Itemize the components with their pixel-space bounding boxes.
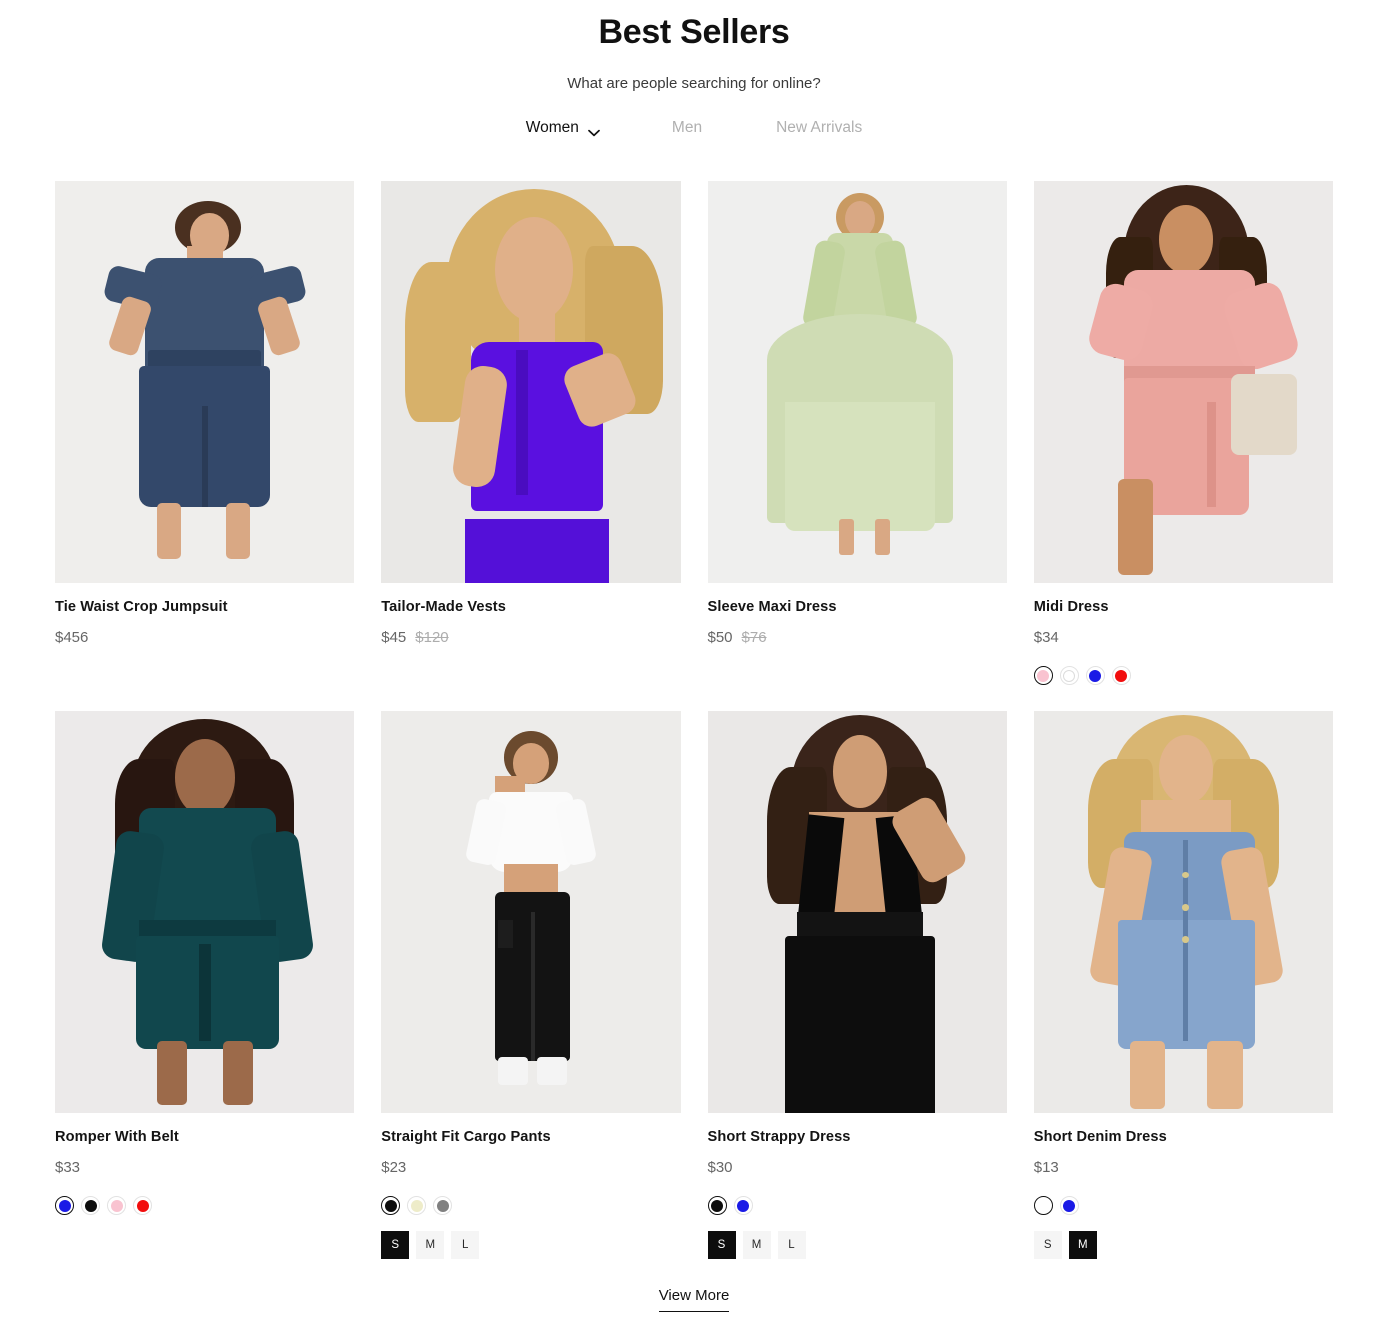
view-more-button[interactable]: View More <box>658 1287 730 1313</box>
product-title[interactable]: Tailor-Made Vests <box>381 599 680 615</box>
product-card: Romper With Belt $33 <box>55 711 355 1259</box>
product-title[interactable]: Tie Waist Crop Jumpsuit <box>55 599 354 615</box>
color-swatch-red[interactable] <box>1111 666 1131 686</box>
product-price-original: $76 <box>741 629 767 647</box>
product-image-short-denim-dress[interactable] <box>1033 711 1333 1114</box>
product-title[interactable]: Romper With Belt <box>55 1129 354 1145</box>
tab-men-label: Men <box>671 119 703 137</box>
product-title[interactable]: Sleeve Maxi Dress <box>708 599 1007 615</box>
product-card: Tailor-Made Vests $45 $120 <box>381 181 681 685</box>
section-header: Best Sellers What are people searching f… <box>55 0 1333 141</box>
color-swatches <box>1033 666 1333 686</box>
product-image-straight-fit-cargo-pants[interactable] <box>381 711 681 1114</box>
product-price: $13 <box>1033 1159 1059 1177</box>
price-row: $30 <box>708 1159 1007 1176</box>
size-options: S M <box>1033 1231 1333 1260</box>
tab-new-arrivals[interactable]: New Arrivals <box>776 115 862 141</box>
size-options: S M L <box>707 1231 1007 1260</box>
price-row: $456 <box>55 629 354 646</box>
product-price: $50 <box>707 629 733 647</box>
tab-women[interactable]: Women <box>526 115 600 141</box>
color-swatches <box>55 1196 354 1216</box>
product-card: Sleeve Maxi Dress $50 $76 <box>707 181 1007 685</box>
color-swatch-blue[interactable] <box>1085 666 1105 686</box>
product-image-romper-with-belt[interactable] <box>55 711 355 1114</box>
size-option-s[interactable]: S <box>707 1231 736 1260</box>
color-swatch-white[interactable] <box>1059 666 1079 686</box>
color-swatch-black[interactable] <box>381 1196 401 1216</box>
product-card: Short Denim Dress $13 S M <box>1033 711 1333 1260</box>
product-title[interactable]: Short Denim Dress <box>1034 1129 1333 1145</box>
product-image-tie-waist-crop-jumpsuit[interactable] <box>55 181 355 584</box>
color-swatch-black[interactable] <box>707 1196 727 1216</box>
category-tabs: Women Men New Arrivals <box>55 115 1333 141</box>
tab-women-label: Women <box>525 119 579 137</box>
size-option-l[interactable]: L <box>777 1231 806 1260</box>
price-row: $33 <box>55 1159 354 1176</box>
page-subtitle: What are people searching for online? <box>567 75 821 93</box>
price-row: $23 <box>381 1159 680 1176</box>
product-price: $45 <box>381 629 407 647</box>
product-image-tailor-made-vests[interactable] <box>381 181 681 584</box>
price-row: $34 <box>1034 629 1333 646</box>
page-title: Best Sellers <box>598 13 790 51</box>
color-swatch-pink[interactable] <box>107 1196 126 1216</box>
tab-men[interactable]: Men <box>672 115 702 141</box>
best-sellers-page: Best Sellers What are people searching f… <box>0 0 1388 1313</box>
color-swatch-white[interactable] <box>1033 1196 1053 1216</box>
product-title[interactable]: Straight Fit Cargo Pants <box>381 1129 680 1145</box>
product-price: $23 <box>381 1159 407 1177</box>
color-swatch-red[interactable] <box>133 1196 152 1216</box>
color-swatch-blue[interactable] <box>733 1196 753 1216</box>
color-swatch-cream[interactable] <box>407 1196 427 1216</box>
product-image-sleeve-maxi-dress[interactable] <box>707 181 1007 584</box>
product-card: Midi Dress $34 <box>1033 181 1333 686</box>
product-card: Short Strappy Dress $30 S M L <box>707 711 1007 1260</box>
size-option-m[interactable]: M <box>1068 1231 1097 1260</box>
color-swatch-gray[interactable] <box>433 1196 453 1216</box>
product-title[interactable]: Midi Dress <box>1034 599 1333 615</box>
product-price-original: $120 <box>415 629 449 647</box>
product-price: $34 <box>1033 629 1059 647</box>
size-options: S M L <box>381 1231 680 1260</box>
color-swatch-blue[interactable] <box>55 1196 74 1216</box>
tab-new-arrivals-label: New Arrivals <box>776 119 863 137</box>
size-option-m[interactable]: M <box>416 1231 445 1260</box>
product-card: Tie Waist Crop Jumpsuit $456 <box>55 181 355 685</box>
color-swatch-blue[interactable] <box>1059 1196 1079 1216</box>
product-price: $30 <box>707 1159 733 1177</box>
color-swatches <box>381 1196 680 1216</box>
product-grid: Tie Waist Crop Jumpsuit $456 Tailor-Made… <box>55 181 1333 1260</box>
footer: View More <box>55 1287 1333 1313</box>
color-swatches <box>1033 1196 1333 1216</box>
color-swatches <box>707 1196 1007 1216</box>
product-price: $456 <box>55 629 89 647</box>
color-swatch-pink[interactable] <box>1033 666 1053 686</box>
product-image-midi-dress[interactable] <box>1033 181 1333 584</box>
chevron-down-icon <box>588 124 600 137</box>
product-price: $33 <box>55 1159 81 1177</box>
size-option-s[interactable]: S <box>381 1231 410 1260</box>
size-option-m[interactable]: M <box>742 1231 771 1260</box>
price-row: $13 <box>1034 1159 1333 1176</box>
size-option-s[interactable]: S <box>1033 1231 1062 1260</box>
price-row: $45 $120 <box>381 629 680 646</box>
product-card: Straight Fit Cargo Pants $23 S M L <box>381 711 681 1260</box>
size-option-l[interactable]: L <box>451 1231 480 1260</box>
product-title[interactable]: Short Strappy Dress <box>708 1129 1007 1145</box>
color-swatch-black[interactable] <box>81 1196 100 1216</box>
product-image-short-strappy-dress[interactable] <box>707 711 1007 1114</box>
price-row: $50 $76 <box>708 629 1007 646</box>
